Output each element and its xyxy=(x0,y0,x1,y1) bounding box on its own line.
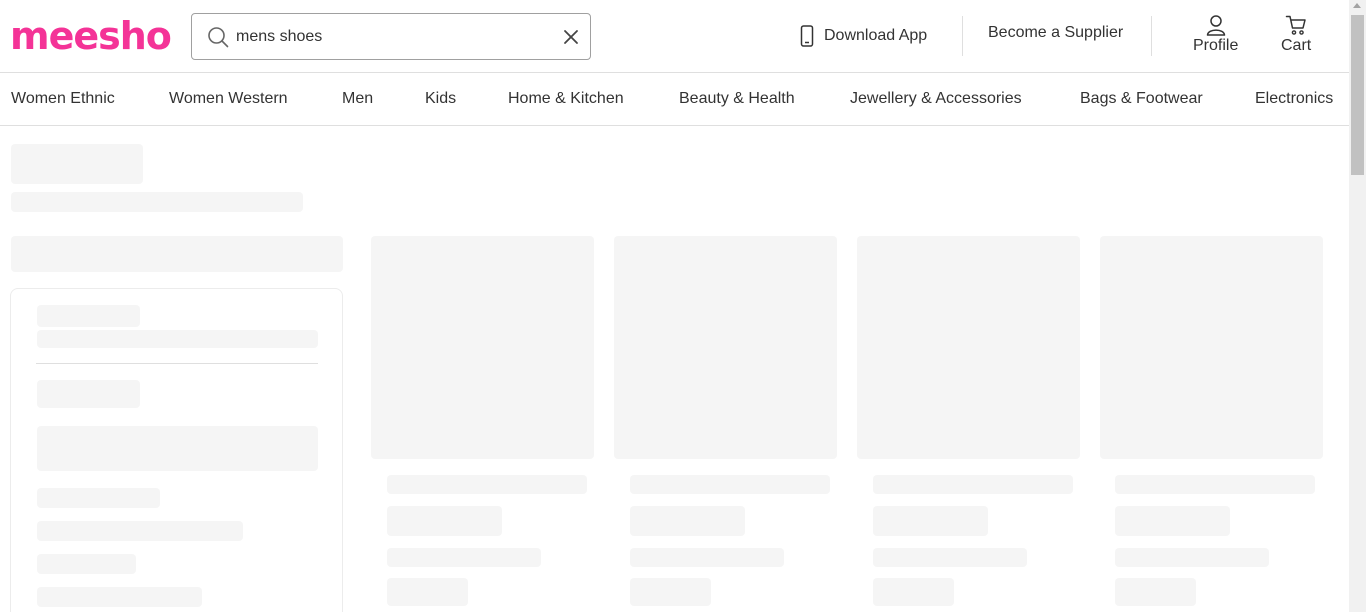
header-divider xyxy=(1151,16,1152,56)
filter-option-skeleton xyxy=(37,521,243,541)
product-price-skeleton xyxy=(387,506,502,536)
category-nav: Women Ethnic Women Western Men Kids Home… xyxy=(0,73,1349,126)
scroll-up-arrow-icon[interactable] xyxy=(1353,3,1361,8)
product-price-skeleton xyxy=(873,506,988,536)
filter-divider xyxy=(36,363,318,364)
download-app-label: Download App xyxy=(824,27,928,44)
product-delivery-skeleton xyxy=(873,548,1027,567)
product-rating-skeleton xyxy=(387,578,468,606)
profile-label: Profile xyxy=(1193,37,1239,54)
mobile-phone-icon xyxy=(800,25,814,47)
meesho-logo[interactable]: meesho xyxy=(10,12,172,60)
product-image-skeleton xyxy=(857,236,1080,459)
category-beauty-health[interactable]: Beauty & Health xyxy=(679,90,795,108)
filter-search-skeleton xyxy=(37,426,318,471)
product-title-skeleton xyxy=(873,475,1073,494)
download-app-link[interactable]: Download App xyxy=(800,22,927,50)
product-delivery-skeleton xyxy=(387,548,541,567)
product-title-skeleton xyxy=(387,475,587,494)
product-image-skeleton xyxy=(371,236,594,459)
product-price-skeleton xyxy=(1115,506,1230,536)
product-rating-skeleton xyxy=(1115,578,1196,606)
category-kids[interactable]: Kids xyxy=(425,90,456,108)
product-title-skeleton xyxy=(1115,475,1315,494)
profile-button[interactable]: Profile xyxy=(1193,14,1238,55)
subtitle-skeleton xyxy=(11,192,303,212)
category-bags-footwear[interactable]: Bags & Footwear xyxy=(1080,90,1203,108)
become-supplier-link[interactable]: Become a Supplier xyxy=(988,24,1123,42)
cart-button[interactable]: Cart xyxy=(1281,14,1311,55)
filter-heading-skeleton xyxy=(37,305,140,327)
page-scrollbar[interactable] xyxy=(1349,0,1366,612)
scroll-thumb[interactable] xyxy=(1351,15,1364,175)
product-image-skeleton xyxy=(614,236,837,459)
title-skeleton xyxy=(11,144,143,184)
category-women-ethnic[interactable]: Women Ethnic xyxy=(11,90,115,108)
close-icon[interactable] xyxy=(562,28,580,46)
search-input[interactable] xyxy=(236,24,546,50)
site-header: meesho Download App Become a Supplier Pr… xyxy=(0,0,1349,73)
category-home-kitchen[interactable]: Home & Kitchen xyxy=(508,90,624,108)
search-bar[interactable] xyxy=(191,13,591,60)
category-women-western[interactable]: Women Western xyxy=(169,90,288,108)
filter-group-title-skeleton xyxy=(37,380,140,408)
product-delivery-skeleton xyxy=(630,548,784,567)
product-price-skeleton xyxy=(630,506,745,536)
category-jewellery-accessories[interactable]: Jewellery & Accessories xyxy=(850,90,1022,108)
filter-option-skeleton xyxy=(37,554,136,574)
product-title-skeleton xyxy=(630,475,830,494)
filter-option-skeleton xyxy=(37,587,202,607)
product-image-skeleton xyxy=(1100,236,1323,459)
category-electronics[interactable]: Electronics xyxy=(1255,90,1333,108)
product-delivery-skeleton xyxy=(1115,548,1269,567)
user-icon xyxy=(1206,15,1225,36)
category-men[interactable]: Men xyxy=(342,90,373,108)
product-rating-skeleton xyxy=(873,578,954,606)
filter-subheading-skeleton xyxy=(37,330,318,348)
cart-icon xyxy=(1285,15,1306,35)
search-icon xyxy=(208,27,229,48)
filter-option-skeleton xyxy=(37,488,160,508)
product-rating-skeleton xyxy=(630,578,711,606)
sort-skeleton xyxy=(11,236,343,272)
header-divider xyxy=(962,16,963,56)
cart-label: Cart xyxy=(1281,37,1312,54)
